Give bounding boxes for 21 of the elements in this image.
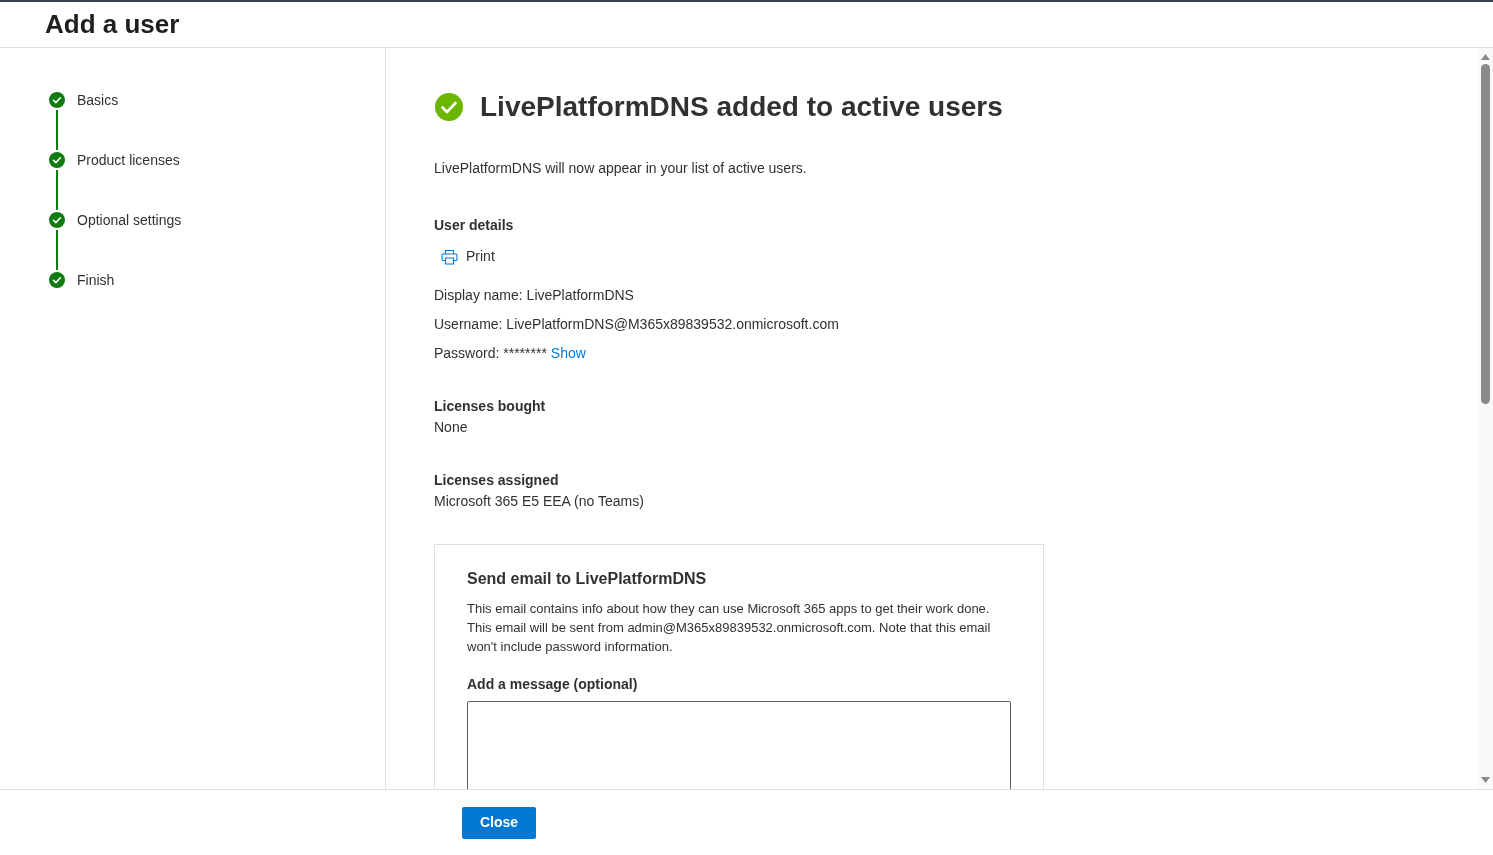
section-value: None <box>434 418 469 437</box>
section-value: Microsoft 365 E5 EEA (no Teams) <box>434 492 645 511</box>
intro-text: LivePlatformDNS will now appear in your list of active users. <box>434 159 808 178</box>
section-title: Licenses assigned <box>434 471 560 490</box>
password-text: Password: ******** <box>434 344 547 363</box>
field-label: Add a message (optional) <box>467 675 639 694</box>
print-button[interactable]: Print <box>441 246 495 267</box>
card-title: Send email to LivePlatformDNS <box>467 569 708 589</box>
show-password-link[interactable]: Show <box>550 343 586 364</box>
section-title: Licenses bought <box>434 397 547 416</box>
section-title: User details <box>434 216 515 235</box>
close-button[interactable]: Close <box>462 806 536 839</box>
panel-title: Add a user <box>45 8 180 41</box>
card-description: This email contains info about how they can use Microsoft 365 apps to get their work done. This email will be sent from admin@M365x89839532.onmicrosoft.com. Note that this email won't include password information. <box>467 600 992 656</box>
step-label: Optional settings <box>77 210 182 230</box>
username-text: Username: LivePlatformDNS@M365x89839532.onmicrosoft.com <box>434 315 840 334</box>
display-name-text: Display name: LivePlatformDNS <box>434 286 635 305</box>
step-label: Finish <box>77 270 115 290</box>
success-heading: LivePlatformDNS added to active users <box>480 90 1003 124</box>
step-label: Basics <box>77 90 119 110</box>
step-label: Product licenses <box>77 150 180 170</box>
